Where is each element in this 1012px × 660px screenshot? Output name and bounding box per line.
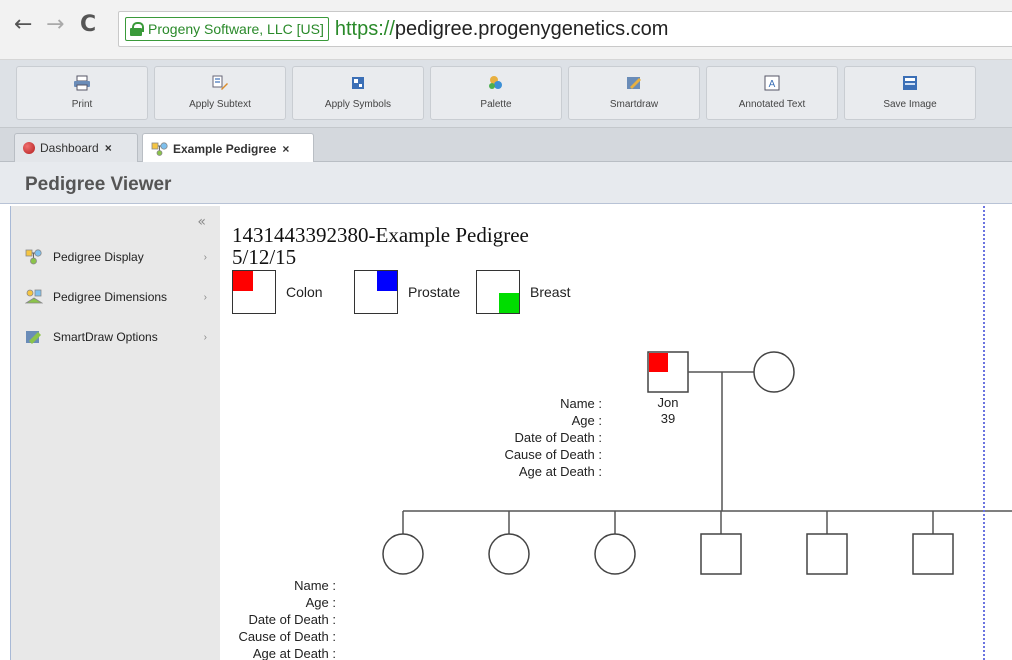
tab-dashboard[interactable]: Dashboard ×: [14, 133, 138, 162]
save-image-label: Save Image: [883, 99, 937, 110]
info-field-age-at-death: Age at Death :: [252, 646, 336, 660]
child-info-fields: Name : Age : Date of Death : Cause of De…: [220, 577, 336, 660]
sidebar-item-pedigree-dimensions[interactable]: Pedigree Dimensions ›: [25, 286, 207, 308]
father-label: Jon 39: [638, 395, 698, 427]
chevron-right-icon: ›: [203, 291, 207, 303]
palette-label: Palette: [480, 99, 512, 110]
daughter-symbol: [382, 533, 424, 575]
info-field-name: Name :: [560, 396, 602, 411]
pedigree-display-icon: [25, 249, 42, 265]
son-symbol: [912, 533, 954, 575]
palette-icon: [489, 76, 502, 89]
apply-subtext-label: Apply Subtext: [189, 99, 251, 110]
sidebar: « Pedigree Display › Pedigree Dimensions…: [10, 206, 220, 660]
lock-icon: [130, 22, 144, 36]
son-symbol: [806, 533, 848, 575]
panel-header: Pedigree Viewer: [0, 162, 1012, 204]
pedigree-dimensions-icon: [25, 289, 43, 304]
address-bar[interactable]: Progeny Software, LLC [US] https://pedig…: [118, 11, 1012, 47]
forward-arrow-icon[interactable]: →: [46, 14, 64, 36]
info-field-age: Age :: [571, 413, 602, 428]
page-title: Pedigree Viewer: [25, 174, 172, 195]
smartdraw-label: Smartdraw: [609, 99, 659, 110]
back-arrow-icon[interactable]: ←: [14, 14, 32, 36]
pedigree-tree: [382, 351, 1012, 575]
father-name: Jon: [657, 395, 679, 410]
pedigree-canvas[interactable]: 1431443392380-Example Pedigree 5/12/15 C…: [220, 206, 1012, 660]
tab-example-pedigree[interactable]: Example Pedigree ×: [142, 133, 314, 163]
url-text[interactable]: https://pedigree.progenygenetics.com: [335, 18, 669, 41]
daughter-symbol: [594, 533, 636, 575]
info-field-cause-of-death: Cause of Death :: [238, 629, 336, 644]
page-boundary-guide: [983, 206, 985, 660]
print-button[interactable]: Print: [16, 66, 148, 120]
apply-symbols-label: Apply Symbols: [324, 99, 392, 110]
pedigree-icon: [151, 141, 168, 156]
son-symbol: [700, 533, 742, 575]
security-label: Progeny Software, LLC [US]: [148, 21, 324, 37]
smartdraw-icon: [627, 77, 641, 89]
mother-symbol: [753, 351, 795, 393]
app-toolbar: Print Apply Subtext Apply Symbols Palett…: [0, 60, 1012, 128]
close-icon[interactable]: ×: [105, 141, 112, 155]
sidebar-item-smartdraw-options[interactable]: SmartDraw Options ›: [25, 326, 207, 348]
chevron-right-icon: ›: [203, 331, 207, 343]
collapse-icon[interactable]: «: [197, 214, 206, 230]
info-field-age: Age :: [305, 595, 336, 610]
info-field-name: Name :: [294, 578, 336, 593]
annotated-text-icon: A: [764, 75, 780, 91]
info-field-cause-of-death: Cause of Death :: [504, 447, 602, 462]
browser-toolbar: ← → C Progeny Software, LLC [US] https:/…: [0, 0, 1012, 60]
info-field-age-at-death: Age at Death :: [518, 464, 602, 479]
url-scheme: https://: [334, 17, 395, 40]
sidebar-item-label: SmartDraw Options: [53, 330, 158, 344]
sidebar-item-pedigree-display[interactable]: Pedigree Display ›: [25, 246, 207, 268]
subtext-icon: [212, 75, 228, 90]
annotated-text-label: Annotated Text: [738, 99, 806, 110]
save-image-icon: [903, 76, 917, 90]
info-field-date-of-death: Date of Death :: [514, 430, 602, 445]
palette-button[interactable]: Palette: [430, 66, 562, 120]
smartdraw-options-icon: [26, 331, 41, 344]
tab-strip: Dashboard × Example Pedigree ×: [0, 128, 1012, 163]
tab-dashboard-label: Dashboard: [40, 141, 99, 155]
father-info-fields: Name : Age : Date of Death : Cause of De…: [460, 395, 602, 480]
save-image-button[interactable]: Save Image: [844, 66, 976, 120]
close-icon[interactable]: ×: [282, 142, 289, 156]
reload-icon[interactable]: C: [80, 14, 96, 36]
annotated-text-button[interactable]: A Annotated Text: [706, 66, 838, 120]
symbols-icon: [352, 77, 364, 89]
info-field-date-of-death: Date of Death :: [248, 612, 336, 627]
father-colon-marker: [649, 353, 668, 372]
daughter-symbol: [488, 533, 530, 575]
tab-example-pedigree-label: Example Pedigree: [173, 141, 277, 156]
chevron-right-icon: ›: [203, 251, 207, 263]
sidebar-item-label: Pedigree Dimensions: [53, 290, 168, 304]
url-host: pedigree.progenygenetics.com: [394, 17, 669, 40]
print-label: Print: [71, 99, 93, 110]
dashboard-icon: [23, 142, 35, 154]
father-age: 39: [660, 411, 676, 426]
security-badge[interactable]: Progeny Software, LLC [US]: [125, 17, 329, 41]
sidebar-item-label: Pedigree Display: [53, 250, 144, 264]
svg-text:A: A: [769, 79, 776, 90]
apply-symbols-button[interactable]: Apply Symbols: [292, 66, 424, 120]
apply-subtext-button[interactable]: Apply Subtext: [154, 66, 286, 120]
smartdraw-button[interactable]: Smartdraw: [568, 66, 700, 120]
printer-icon: [74, 75, 90, 91]
